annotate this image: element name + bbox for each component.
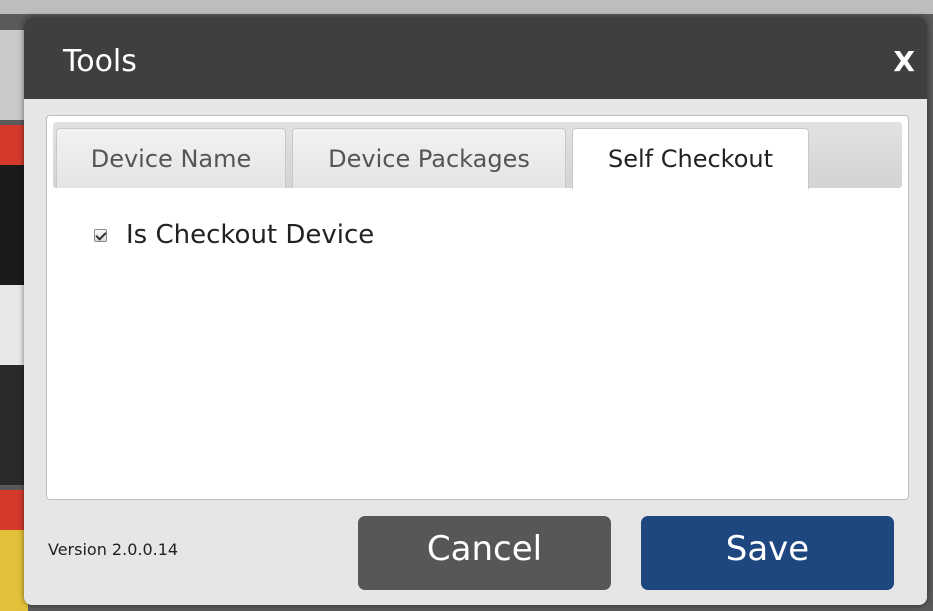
tab-device-packages[interactable]: Device Packages — [292, 128, 566, 188]
tools-dialog: Tools X Device Name Device Packages Self… — [24, 17, 927, 605]
dialog-titlebar: Tools X — [24, 17, 927, 99]
tab-strip: Device Name Device Packages Self Checkou… — [53, 122, 902, 189]
tab-device-name[interactable]: Device Name — [56, 128, 286, 188]
background-app-top — [0, 0, 933, 14]
is-checkout-device-label[interactable]: Is Checkout Device — [126, 220, 374, 250]
tab-self-checkout[interactable]: Self Checkout — [572, 128, 809, 189]
dialog-title: Tools — [63, 44, 137, 79]
is-checkout-device-row: Is Checkout Device — [94, 220, 374, 250]
cancel-button[interactable]: Cancel — [358, 516, 611, 590]
save-button[interactable]: Save — [641, 516, 894, 590]
close-button[interactable]: X — [893, 44, 915, 80]
is-checkout-device-checkbox[interactable] — [94, 228, 107, 242]
version-label: Version 2.0.0.14 — [48, 540, 179, 559]
tab-panel: Device Name Device Packages Self Checkou… — [46, 115, 909, 500]
